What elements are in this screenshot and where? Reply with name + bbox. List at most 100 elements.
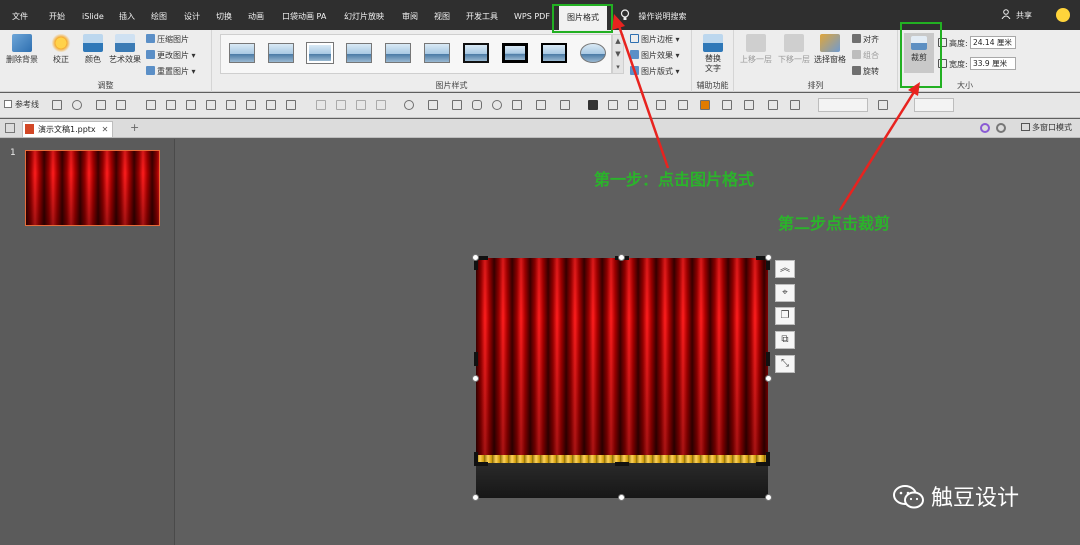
tab-review[interactable]: 审阅 — [402, 8, 418, 26]
compress-pictures-button[interactable]: 压缩图片 — [146, 34, 189, 45]
shape-icon[interactable] — [560, 100, 570, 110]
bring-forward-button[interactable]: 上移一层 — [738, 34, 774, 65]
picture-style-item[interactable] — [346, 43, 372, 63]
picture-style-item[interactable] — [463, 43, 489, 63]
align-bottom-icon[interactable] — [246, 100, 256, 110]
resize-handle[interactable] — [765, 375, 772, 382]
alt-text-button[interactable]: 替换文字 — [700, 34, 726, 74]
close-icon[interactable]: ✕ — [102, 125, 109, 134]
group-icon[interactable] — [316, 100, 326, 110]
crop-quick-icon[interactable] — [588, 100, 598, 110]
change-picture-button[interactable]: 更改图片 ▾ — [146, 50, 196, 61]
reset-picture-button[interactable]: 重置图片 ▾ — [146, 66, 196, 77]
layout-options-icon[interactable]: ⌖ — [775, 284, 795, 302]
rectangle-icon[interactable] — [452, 100, 462, 110]
picture-style-item[interactable] — [502, 43, 528, 63]
smiley-feedback-icon[interactable] — [1056, 8, 1070, 22]
font-size-icon[interactable] — [878, 100, 888, 110]
crop-handle[interactable] — [615, 462, 629, 466]
toolbar-icon[interactable] — [96, 100, 106, 110]
undo-icon[interactable] — [72, 100, 82, 110]
save-icon[interactable] — [52, 100, 62, 110]
toolbar-icon[interactable] — [116, 100, 126, 110]
slide-thumbnail[interactable] — [25, 150, 160, 226]
rounded-rectangle-icon[interactable] — [472, 100, 482, 110]
picture-style-item[interactable] — [541, 43, 567, 63]
collapse-icon[interactable]: ︽ — [775, 260, 795, 278]
selection-pane-button[interactable]: 选择窗格 — [812, 34, 848, 65]
layers-icon[interactable]: ❐ — [775, 307, 795, 325]
height-input[interactable]: 24.14 厘米 — [970, 36, 1016, 49]
styles-gallery-scroll[interactable]: ▲ ▼ ▾ — [612, 34, 624, 74]
search-icon[interactable] — [980, 123, 990, 133]
guides-toggle[interactable]: 参考线 — [4, 99, 39, 110]
eyedropper-icon[interactable] — [678, 100, 688, 110]
size-select[interactable] — [914, 98, 954, 112]
align-middle-icon[interactable] — [226, 100, 236, 110]
corrections-button[interactable]: 校正 — [46, 34, 76, 65]
tab-wps-pdf[interactable]: WPS PDF — [514, 8, 550, 26]
duplicate-icon[interactable]: ⧉ — [775, 331, 795, 349]
shape-icon[interactable] — [512, 100, 522, 110]
picture-style-item[interactable] — [424, 43, 450, 63]
artistic-effects-button[interactable]: 艺术效果 — [106, 34, 144, 65]
align-left-icon[interactable] — [146, 100, 156, 110]
text-box-icon[interactable] — [722, 100, 732, 110]
tab-home[interactable]: 开始 — [49, 8, 65, 26]
tab-pocket-animation[interactable]: 口袋动画 PA — [282, 8, 326, 26]
shape-icon[interactable] — [404, 100, 414, 110]
share-button[interactable]: 共享 — [1001, 9, 1032, 21]
fill-color-icon[interactable] — [700, 100, 710, 110]
picture-style-item[interactable] — [307, 43, 333, 63]
add-tab-icon[interactable]: + — [130, 121, 139, 134]
highlight-icon[interactable] — [768, 100, 778, 110]
picture-icon[interactable] — [608, 100, 618, 110]
layer-icon[interactable] — [376, 100, 386, 110]
picture-icon[interactable] — [628, 100, 638, 110]
align-center-icon[interactable] — [166, 100, 176, 110]
picture-style-item[interactable] — [580, 43, 606, 63]
picture-style-item[interactable] — [385, 43, 411, 63]
tab-view[interactable]: 视图 — [434, 8, 450, 26]
tab-islide[interactable]: iSlide — [82, 8, 104, 26]
resize-handle[interactable] — [618, 254, 625, 261]
crop-handle[interactable] — [474, 352, 478, 366]
tab-draw[interactable]: 绘图 — [151, 8, 167, 26]
remove-background-button[interactable]: 删除背景 — [4, 34, 40, 65]
align-button[interactable]: 对齐 — [852, 34, 879, 45]
font-select[interactable] — [818, 98, 868, 112]
picture-layout-button[interactable]: 图片版式 ▾ — [630, 66, 680, 77]
layer-icon[interactable] — [356, 100, 366, 110]
tab-file[interactable]: 文件 — [12, 8, 28, 26]
rotate-button[interactable]: 旋转 — [852, 66, 879, 77]
shape-icon[interactable] — [536, 100, 546, 110]
tab-design[interactable]: 设计 — [184, 8, 200, 26]
picture-border-button[interactable]: 图片边框 ▾ — [630, 34, 680, 45]
tab-slideshow[interactable]: 幻灯片放映 — [344, 8, 384, 26]
ungroup-icon[interactable] — [336, 100, 346, 110]
picture-style-item[interactable] — [268, 43, 294, 63]
align-top-icon[interactable] — [206, 100, 216, 110]
resize-handle[interactable] — [618, 494, 625, 501]
distribute-icon[interactable] — [286, 100, 296, 110]
tab-animations[interactable]: 动画 — [248, 8, 264, 26]
resize-handle[interactable] — [765, 494, 772, 501]
resize-icon[interactable]: ⤡ — [775, 355, 795, 373]
align-right-icon[interactable] — [186, 100, 196, 110]
tab-insert[interactable]: 插入 — [119, 8, 135, 26]
resize-handle[interactable] — [472, 494, 479, 501]
crop-handle[interactable] — [474, 452, 478, 466]
tell-me-search[interactable]: 操作说明搜索 — [620, 9, 687, 25]
resize-handle[interactable] — [472, 375, 479, 382]
tab-transitions[interactable]: 切换 — [216, 8, 232, 26]
curtain-picture[interactable] — [476, 258, 768, 458]
color-button[interactable]: 颜色 — [78, 34, 108, 65]
picture-effects-button[interactable]: 图片效果 ▾ — [630, 50, 680, 61]
distribute-icon[interactable] — [266, 100, 276, 110]
send-backward-button[interactable]: 下移一层 — [776, 34, 812, 65]
ellipse-icon[interactable] — [492, 100, 502, 110]
group-objects-button[interactable]: 组合 — [852, 50, 879, 61]
font-color-icon[interactable] — [744, 100, 754, 110]
crop-handle[interactable] — [766, 352, 770, 366]
eyedropper-icon[interactable] — [656, 100, 666, 110]
